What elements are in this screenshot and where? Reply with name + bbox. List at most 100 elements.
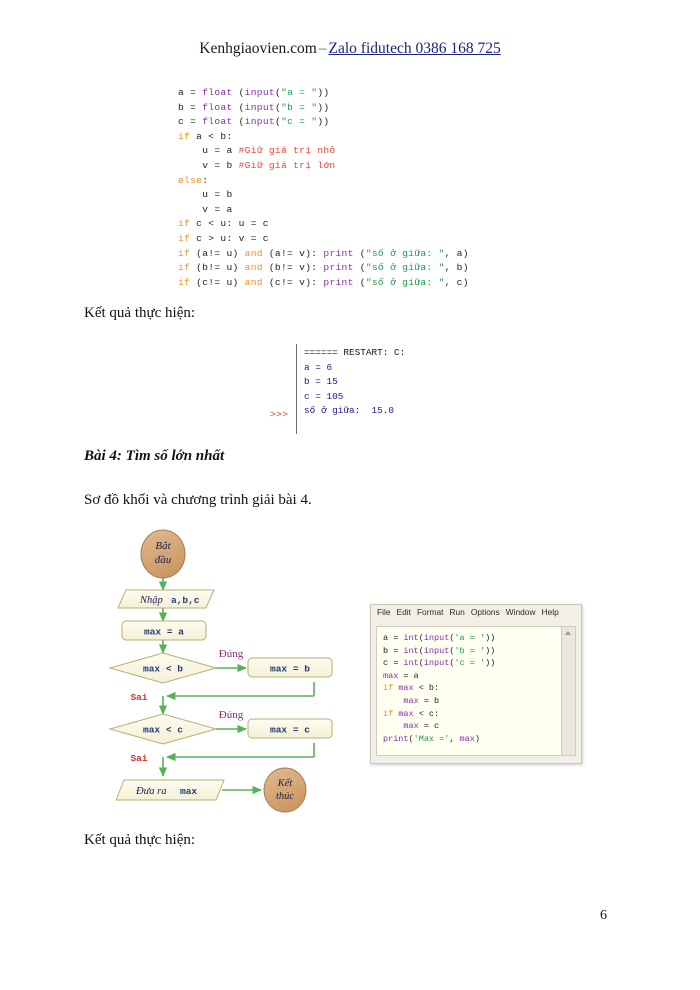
- flow-no-label-2: Sai: [130, 753, 147, 764]
- code-token: "a = ": [281, 87, 318, 98]
- code-token: , a): [444, 247, 469, 259]
- idle-menubar[interactable]: File Edit Format Run Options Window Help: [371, 605, 581, 623]
- code-line: v = a: [178, 203, 469, 218]
- code-token: float: [202, 116, 233, 128]
- code-token: )): [485, 658, 496, 669]
- result-label-bai3: Kết quả thực hiện:: [84, 305, 196, 321]
- code-line: if c < u: u = c: [178, 217, 469, 232]
- flow-no-label-1: Sai: [130, 692, 147, 703]
- flow-decision2-label: max < c: [143, 725, 183, 736]
- code-token: c < u: u = c: [190, 218, 269, 230]
- code-token: (c!= u): [190, 276, 245, 288]
- chevron-up-icon[interactable]: [565, 631, 571, 635]
- code-token: input: [423, 645, 450, 656]
- code-token: max: [459, 733, 475, 744]
- idle-code-area[interactable]: a = int(input('a = ')) b = int(input('b =…: [377, 627, 561, 755]
- code-token: (c!= v):: [262, 276, 324, 288]
- code-line: c = int(input('c = ')): [383, 657, 561, 670]
- code-token: input: [423, 658, 450, 669]
- code-line: b = float (input("b = ")): [178, 101, 469, 116]
- flow-process2-label: max = c: [270, 725, 310, 736]
- flow-assign-label: max = a: [144, 627, 184, 638]
- code-token: max: [383, 670, 399, 681]
- code-token: a =: [383, 633, 404, 643]
- code-line: else:: [178, 174, 469, 189]
- python-code-block-bai3: a = float (input("a = ")) b = float (inpu…: [178, 86, 469, 290]
- code-line: if a < b:: [178, 130, 469, 145]
- code-token: "số ở giữa: ": [365, 276, 445, 288]
- idle-menu-item-file[interactable]: File: [377, 607, 391, 617]
- flow-start-label-2: đầu: [155, 554, 172, 566]
- code-token: float: [202, 101, 233, 113]
- code-token: and: [244, 262, 263, 274]
- code-token: (: [353, 247, 366, 259]
- code-token: "số ở giữa: ": [365, 262, 445, 274]
- idle-menu-item-format[interactable]: Format: [417, 607, 444, 617]
- code-token: (a!= u): [190, 247, 245, 259]
- code-token: , c): [444, 276, 469, 288]
- code-line: if (a!= u) and (a!= v): print ("số ở giữ…: [178, 247, 469, 262]
- flow-process1-label: max = b: [270, 664, 310, 675]
- site-brand: Kenhgiaovien.com: [199, 40, 317, 57]
- page-number: 6: [600, 908, 607, 923]
- code-token: print: [323, 262, 354, 274]
- shell-divider: [296, 344, 297, 434]
- code-token: print: [323, 247, 354, 259]
- code-token: if: [178, 262, 191, 274]
- flow-input-label-vars: a,b,c: [171, 595, 200, 606]
- code-token: (b!= u): [190, 262, 245, 274]
- idle-menu-item-help[interactable]: Help: [542, 607, 559, 617]
- code-token: b =: [178, 101, 203, 113]
- code-token: and: [244, 247, 263, 259]
- code-token: 'b = ': [454, 645, 486, 656]
- code-token: input: [244, 87, 275, 98]
- code-line: print('Max =', max): [383, 733, 561, 746]
- shell-line: số ở giữa: 15.0: [304, 405, 395, 417]
- code-line: a = float (input("a = ")): [178, 86, 469, 101]
- code-token: )): [485, 633, 496, 643]
- idle-editor-window[interactable]: File Edit Format Run Options Window Help a = i…: [370, 604, 582, 764]
- code-token: float: [202, 87, 233, 98]
- site-header: Kenhgiaovien.com – Zalo fidutech 0386 168 …: [0, 40, 700, 58]
- code-token: :: [202, 174, 209, 186]
- code-token: (: [353, 262, 366, 274]
- code-token: < c:: [413, 708, 440, 719]
- code-token: max: [398, 683, 414, 694]
- idle-menu-item-window[interactable]: Window: [506, 607, 536, 617]
- code-token: (a!= v):: [262, 247, 324, 259]
- idle-menu-item-run[interactable]: Run: [449, 607, 464, 617]
- code-token: v = b: [178, 159, 239, 171]
- code-line: max = c: [383, 720, 561, 733]
- code-token: if: [178, 218, 191, 230]
- idle-menu-item-edit[interactable]: Edit: [397, 607, 411, 617]
- code-token: = c: [418, 721, 440, 732]
- code-token: int: [403, 645, 419, 656]
- code-token: a =: [178, 87, 203, 98]
- code-token: c > u: v = c: [190, 232, 269, 244]
- code-token: 'c = ': [454, 658, 486, 669]
- shell-output-bai3: >>> ====== RESTART: C: a = 6 b = 15 c = 105…: [268, 344, 478, 434]
- flow-start-label-1: Bắt: [155, 540, 171, 552]
- code-token: max: [403, 721, 419, 732]
- code-token: 'a = ': [454, 633, 486, 643]
- code-token: < b:: [413, 683, 440, 694]
- code-line: max = a: [383, 670, 561, 683]
- code-token: )): [485, 645, 496, 656]
- code-token: (: [232, 116, 245, 128]
- code-token: b =: [383, 645, 404, 656]
- flow-yes-label-2: Đúng: [219, 709, 244, 721]
- idle-editor-body: a = int(input('a = ')) b = int(input('b =…: [376, 626, 576, 756]
- flowchart-bai4: Bắt đầu Nhập a,b,c max = a max < b max =…: [96, 528, 356, 828]
- idle-vertical-scrollbar[interactable]: [561, 627, 575, 755]
- shell-line: b = 15: [304, 376, 338, 388]
- zalo-contact-link[interactable]: Zalo fidutech 0386 168 725: [329, 40, 501, 57]
- idle-menu-item-options[interactable]: Options: [471, 607, 500, 617]
- code-token: "b = ": [281, 101, 318, 113]
- code-token: = b: [418, 695, 440, 706]
- code-token: and: [244, 276, 263, 288]
- code-token: if: [178, 247, 191, 259]
- flow-output-label-var: max: [180, 786, 197, 797]
- header-dash: –: [318, 40, 327, 57]
- code-line: if c > u: v = c: [178, 232, 469, 247]
- code-token: int: [403, 633, 419, 643]
